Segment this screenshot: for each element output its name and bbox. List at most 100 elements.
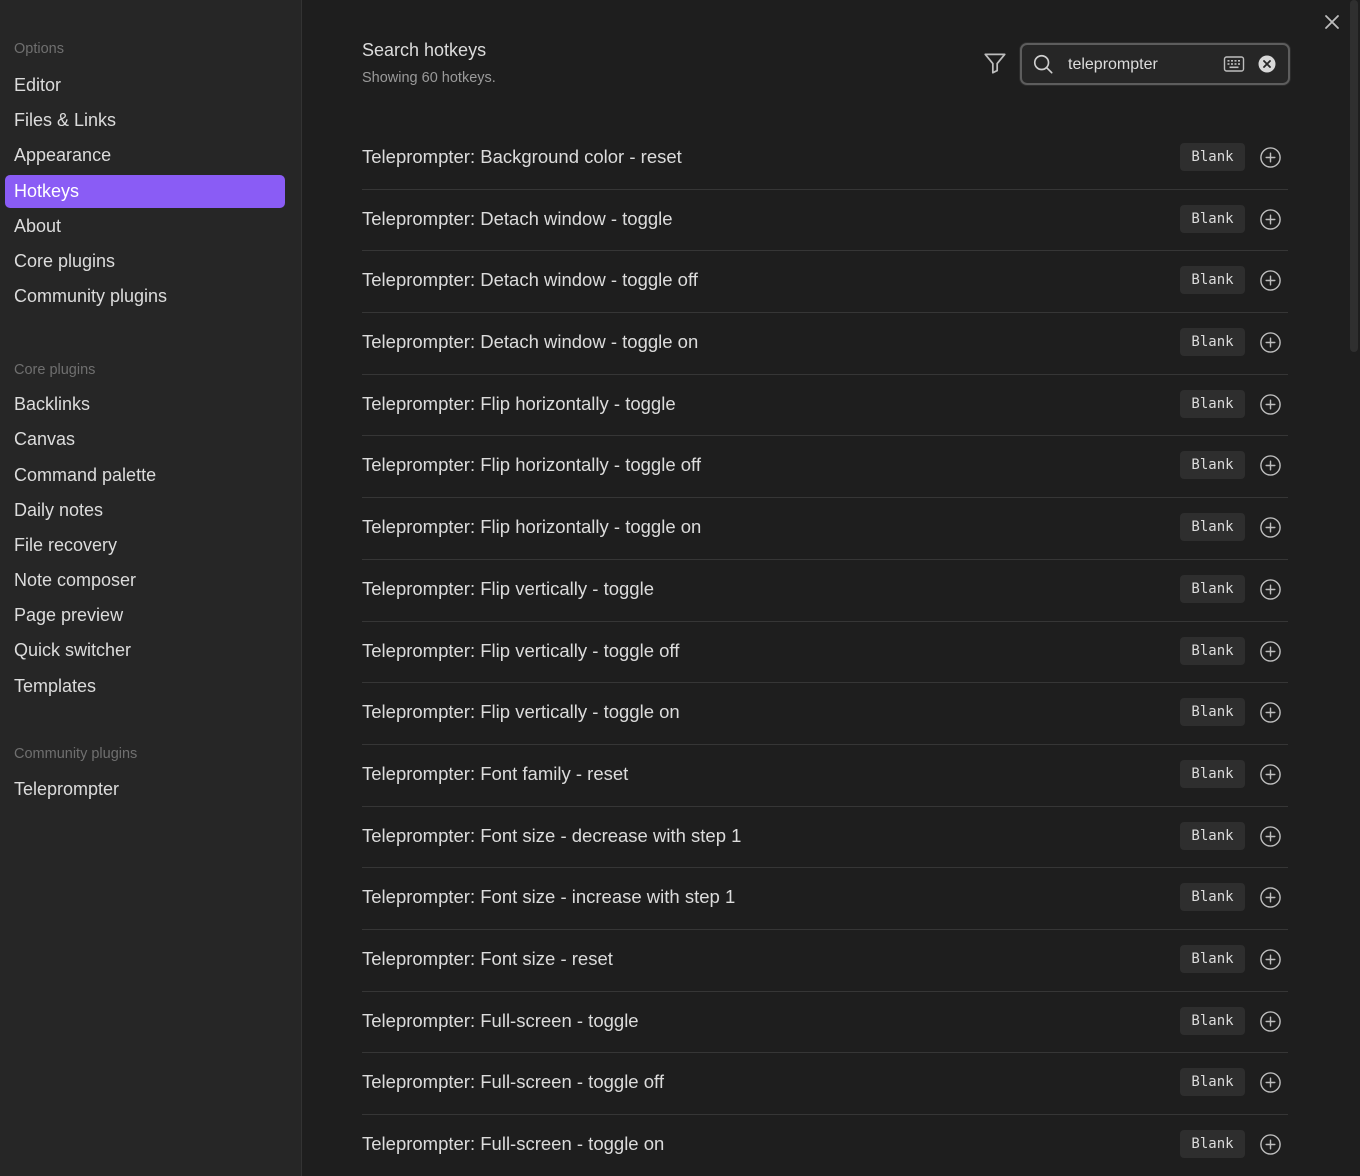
add-hotkey-icon[interactable]: [1259, 454, 1282, 477]
filter-button[interactable]: [982, 50, 1008, 76]
hotkey-badge: Blank: [1180, 944, 1245, 973]
hotkey-command-name: Teleprompter: Font family - reset: [362, 762, 629, 784]
hotkey-row: Teleprompter: Font family - reset Blank: [362, 745, 1288, 807]
sidebar-item-daily-notes[interactable]: Daily notes: [5, 494, 285, 527]
hotkey-badge: Blank: [1180, 266, 1245, 295]
hotkey-row: Teleprompter: Flip horizontally - toggle…: [362, 375, 1288, 437]
add-hotkey-icon[interactable]: [1259, 1010, 1282, 1033]
add-hotkey-icon[interactable]: [1259, 208, 1282, 231]
add-hotkey-icon[interactable]: [1259, 516, 1282, 539]
sidebar-item-files-links[interactable]: Files & Links: [5, 104, 285, 137]
hotkey-row: Teleprompter: Flip vertically - toggle o…: [362, 622, 1288, 684]
hotkey-badge: Blank: [1180, 513, 1245, 542]
keyboard-icon[interactable]: [1223, 54, 1245, 74]
hotkey-row: Teleprompter: Flip horizontally - toggle…: [362, 498, 1288, 560]
hotkey-command-name: Teleprompter: Full-screen - toggle: [362, 1009, 639, 1031]
sidebar-item-backlinks[interactable]: Backlinks: [5, 388, 285, 421]
hotkey-row: Teleprompter: Flip horizontally - toggle…: [362, 436, 1288, 499]
hotkey-command-name: Teleprompter: Background color - reset: [362, 146, 682, 167]
hotkey-row: Teleprompter: Detach window - toggle Blan…: [362, 190, 1288, 252]
sidebar-item-file-recovery[interactable]: File recovery: [5, 529, 285, 562]
hotkey-badge: Blank: [1180, 1130, 1245, 1158]
add-hotkey-icon[interactable]: [1259, 701, 1282, 724]
hotkey-row: Teleprompter: Detach window - toggle off…: [362, 251, 1288, 314]
add-hotkey-icon[interactable]: [1259, 393, 1282, 416]
hotkey-list: Teleprompter: Background color - reset Bl…: [362, 128, 1288, 1176]
hotkey-row: Teleprompter: Detach window - toggle on B…: [362, 313, 1288, 375]
add-hotkey-icon[interactable]: [1259, 640, 1282, 663]
hotkey-row: Teleprompter: Full-screen - toggle on Bla…: [362, 1115, 1288, 1176]
hotkey-badge: Blank: [1180, 389, 1245, 418]
hotkey-command-name: Teleprompter: Detach window - toggle on: [362, 331, 699, 353]
sidebar-item-hotkeys[interactable]: Hotkeys: [5, 174, 285, 208]
search-input[interactable]: teleprompter: [1020, 43, 1290, 85]
hotkey-command-name: Teleprompter: Detach window - toggle off: [362, 269, 698, 291]
hotkey-command-name: Teleprompter: Flip horizontally - toggle…: [362, 454, 701, 476]
hotkey-badge: Blank: [1180, 821, 1245, 850]
add-hotkey-icon[interactable]: [1259, 269, 1282, 292]
hotkey-row: Teleprompter: Full-screen - toggle off Bl…: [362, 1053, 1288, 1115]
add-hotkey-icon[interactable]: [1259, 948, 1282, 971]
hotkey-command-name: Teleprompter: Flip horizontally - toggle: [362, 392, 676, 414]
hotkey-badge: Blank: [1180, 204, 1245, 233]
hotkey-badge: Blank: [1180, 574, 1245, 603]
community-plugins-section-title: Community plugins: [14, 745, 138, 762]
sidebar-item-note-composer[interactable]: Note composer: [5, 564, 285, 597]
hotkey-command-name: Teleprompter: Font size - increase with …: [362, 886, 736, 908]
hotkey-command-name: Teleprompter: Flip vertically - toggle o…: [362, 701, 680, 723]
sidebar-item-editor[interactable]: Editor: [5, 69, 285, 102]
hotkey-count: Showing 60 hotkeys.: [362, 70, 496, 86]
hotkey-row: Teleprompter: Flip vertically - toggle Bl…: [362, 560, 1288, 622]
clear-search-icon[interactable]: [1258, 55, 1276, 73]
hotkey-row: Teleprompter: Background color - reset Bl…: [362, 128, 1288, 190]
hotkey-command-name: Teleprompter: Full-screen - toggle off: [362, 1071, 664, 1093]
sidebar-item-page-preview[interactable]: Page preview: [5, 599, 285, 632]
search-icon: [1032, 53, 1054, 75]
hotkey-badge: Blank: [1180, 1068, 1245, 1097]
sidebar-item-canvas[interactable]: Canvas: [5, 423, 285, 456]
add-hotkey-icon[interactable]: [1259, 1071, 1282, 1094]
sidebar-item-core-plugins[interactable]: Core plugins: [5, 245, 285, 278]
close-icon: [1325, 15, 1339, 29]
add-hotkey-icon[interactable]: [1259, 146, 1282, 169]
hotkey-badge: Blank: [1180, 698, 1245, 727]
search-value[interactable]: teleprompter: [1068, 56, 1158, 74]
options-group: Options Editor Files & Links Appearance Hot…: [0, 38, 301, 313]
hotkey-badge: Blank: [1180, 883, 1245, 912]
sidebar-item-appearance[interactable]: Appearance: [5, 139, 285, 172]
hotkey-row: Teleprompter: Full-screen - toggle Blank: [362, 992, 1288, 1054]
add-hotkey-icon[interactable]: [1259, 825, 1282, 848]
hotkey-badge: Blank: [1180, 759, 1245, 788]
close-button[interactable]: [1322, 12, 1342, 32]
hotkey-command-name: Teleprompter: Full-screen - toggle on: [362, 1133, 665, 1154]
hotkey-badge: Blank: [1180, 1006, 1245, 1035]
page-title: Search hotkeys: [362, 40, 487, 60]
sidebar-item-community-plugins[interactable]: Community plugins: [5, 280, 285, 313]
sidebar-item-templates[interactable]: Templates: [5, 670, 285, 703]
hotkey-command-name: Teleprompter: Flip vertically - toggle o…: [362, 639, 680, 661]
core-plugins-group: Core plugins Backlinks Canvas Command pale…: [0, 359, 301, 703]
hotkeys-panel: Search hotkeys Showing 60 hotkeys. telep…: [362, 0, 1290, 1176]
hotkey-command-name: Teleprompter: Flip horizontally - toggle…: [362, 516, 702, 538]
scrollbar[interactable]: [1350, 0, 1358, 352]
hotkey-row: Teleprompter: Flip vertically - toggle o…: [362, 683, 1288, 745]
hotkeys-header: Search hotkeys Showing 60 hotkeys. telep…: [362, 0, 1290, 128]
add-hotkey-icon[interactable]: [1259, 1133, 1282, 1156]
add-hotkey-icon[interactable]: [1259, 763, 1282, 786]
hotkey-row: Teleprompter: Font size - reset Blank: [362, 930, 1288, 992]
sidebar-item-quick-switcher[interactable]: Quick switcher: [5, 634, 285, 667]
options-section-title: Options: [14, 41, 64, 57]
hotkey-command-name: Teleprompter: Detach window - toggle: [362, 207, 673, 229]
sidebar-item-about[interactable]: About: [5, 210, 285, 243]
hotkey-badge: Blank: [1180, 143, 1245, 171]
hotkey-command-name: Teleprompter: Font size - reset: [362, 947, 613, 969]
add-hotkey-icon[interactable]: [1259, 578, 1282, 601]
add-hotkey-icon[interactable]: [1259, 331, 1282, 354]
add-hotkey-icon[interactable]: [1259, 886, 1282, 909]
hotkey-badge: Blank: [1180, 636, 1245, 665]
hotkey-row: Teleprompter: Font size - decrease with …: [362, 807, 1288, 869]
hotkey-command-name: Teleprompter: Flip vertically - toggle: [362, 577, 654, 599]
sidebar-item-teleprompter[interactable]: Teleprompter: [5, 773, 285, 806]
hotkey-command-name: Teleprompter: Font size - decrease with …: [362, 824, 742, 846]
sidebar-item-command-palette[interactable]: Command palette: [5, 459, 285, 492]
